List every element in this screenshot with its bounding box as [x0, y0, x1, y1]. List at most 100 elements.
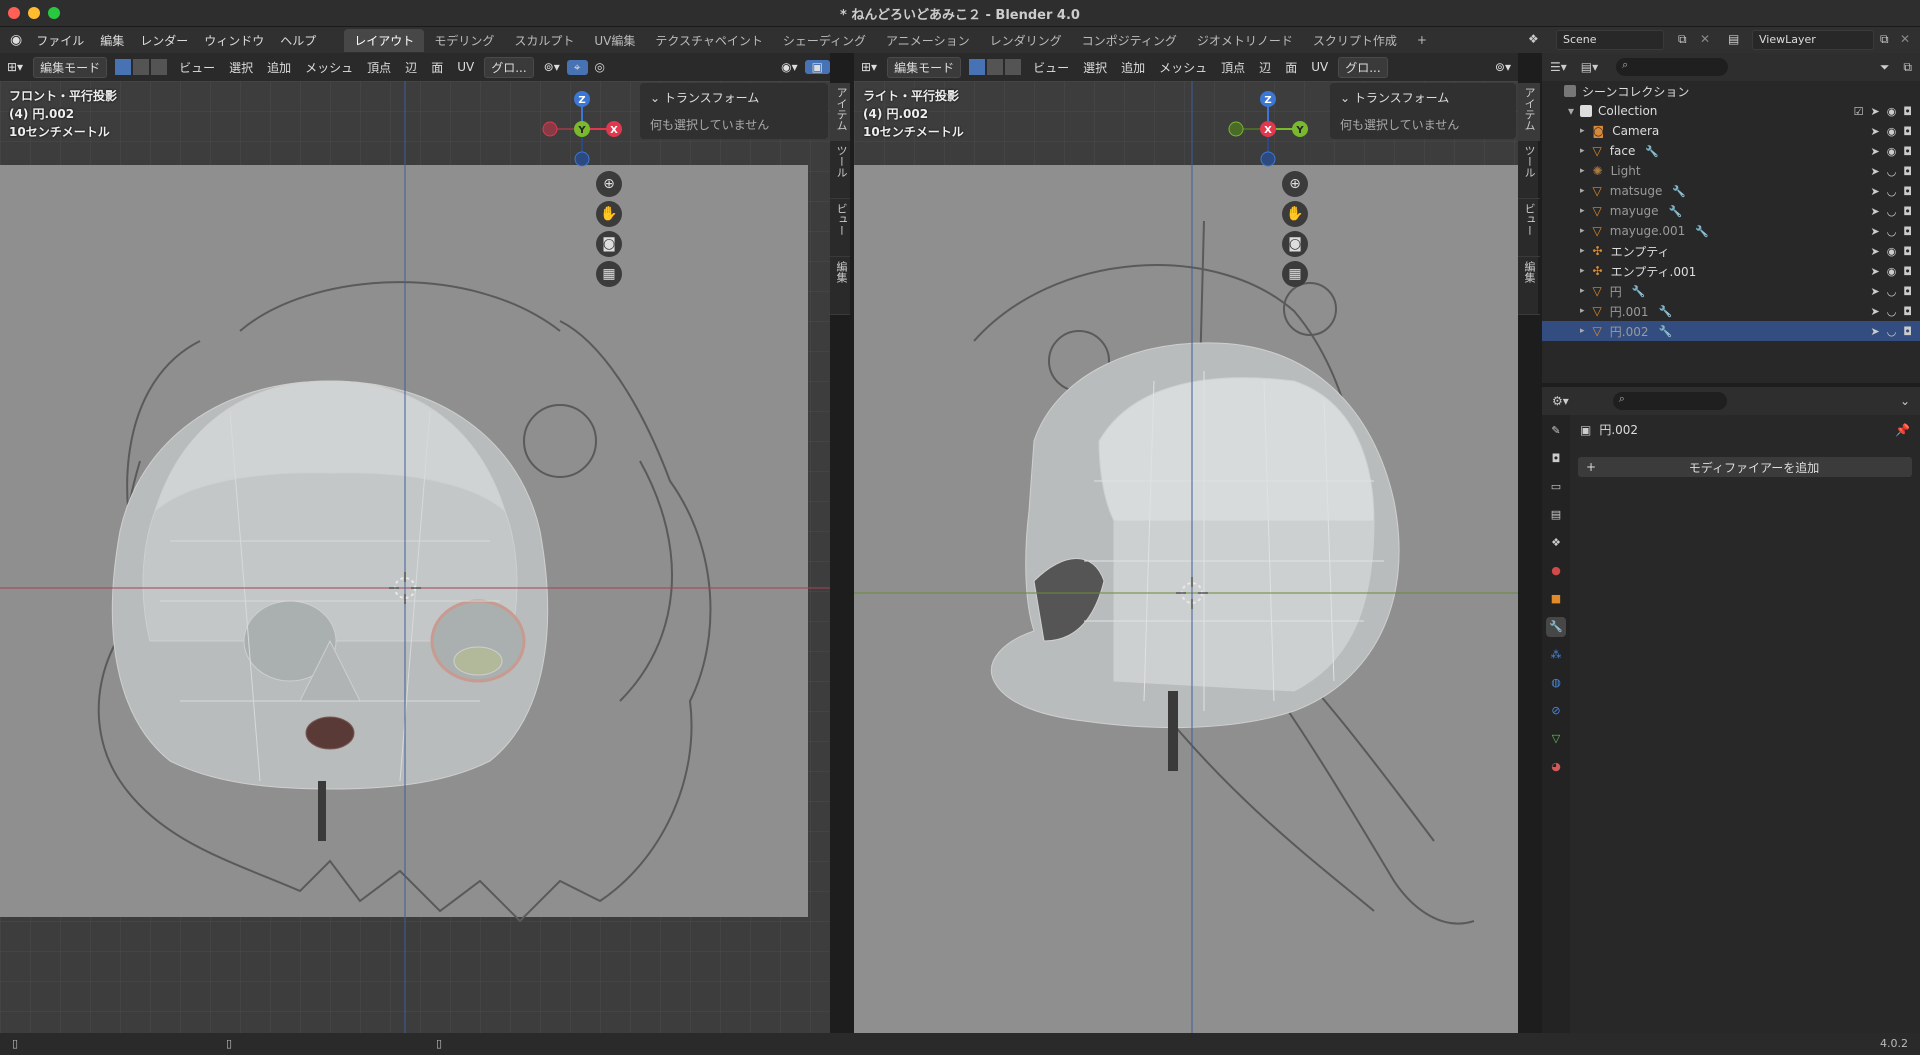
close-window-button[interactable]	[8, 7, 20, 19]
menu-select[interactable]: 選択	[1076, 59, 1114, 76]
blender-logo-icon[interactable]: ◉	[0, 32, 28, 48]
expand-arrow-icon[interactable]: ▸	[1580, 186, 1585, 196]
render-camera-icon[interactable]: ◘	[1903, 305, 1912, 318]
render-camera-icon[interactable]: ◘	[1903, 225, 1912, 238]
tab-edit[interactable]: 編集	[830, 257, 852, 315]
scene-collection-row[interactable]: シーンコレクション	[1542, 81, 1920, 101]
navigation-gizmo[interactable]: Z Y X	[1228, 89, 1308, 169]
scene-tab-icon[interactable]: ❖	[1546, 533, 1566, 553]
menu-face[interactable]: 面	[1278, 59, 1304, 76]
expand-arrow-icon[interactable]: ▸	[1580, 226, 1585, 236]
scene-close-icon[interactable]: ✕	[1700, 32, 1710, 46]
render-camera-icon[interactable]: ◘	[1903, 145, 1912, 158]
eye-icon[interactable]: ◉	[1887, 265, 1897, 278]
data-tab-icon[interactable]: ▽	[1546, 729, 1566, 749]
menu-render[interactable]: レンダー	[132, 32, 196, 49]
eye-closed-icon[interactable]: ◡	[1887, 185, 1897, 198]
tab-layout[interactable]: レイアウト	[344, 28, 425, 52]
scene-selector[interactable]: Scene	[1556, 30, 1664, 50]
particles-tab-icon[interactable]: ⁂	[1546, 645, 1566, 665]
material-tab-icon[interactable]: ◕	[1546, 757, 1566, 777]
tab-shading[interactable]: シェーディング	[773, 29, 876, 52]
eye-icon[interactable]: ◉	[1887, 145, 1897, 158]
tab-scripting[interactable]: スクリプト作成	[1303, 29, 1407, 52]
zoom-icon[interactable]: ⊕	[596, 171, 622, 197]
tab-texture-paint[interactable]: テクスチャペイント	[645, 29, 773, 52]
outliner-row[interactable]: ▸ ▽ 円 🔧 ➤ ◡ ◘	[1542, 281, 1920, 301]
face-select-button[interactable]	[1004, 58, 1023, 76]
eye-closed-icon[interactable]: ◡	[1887, 285, 1897, 298]
overlay-icon[interactable]: ◉▾	[774, 60, 805, 74]
expand-arrow-icon[interactable]: ▸	[1580, 326, 1585, 336]
output-tab-icon[interactable]: ▭	[1546, 477, 1566, 497]
menu-add[interactable]: 追加	[260, 59, 298, 76]
snap-icon[interactable]: ⌖	[566, 59, 588, 75]
render-camera-icon[interactable]: ◘	[1903, 245, 1912, 258]
tab-tool[interactable]: ツール	[1518, 141, 1540, 199]
physics-tab-icon[interactable]: ◍	[1546, 673, 1566, 693]
properties-editor-icon[interactable]: ⚙▾	[1552, 394, 1569, 408]
filter-icon[interactable]: ⏷	[1880, 60, 1890, 75]
tool-tab-icon[interactable]: ✎	[1546, 421, 1566, 441]
render-camera-icon[interactable]: ◘	[1903, 185, 1912, 198]
maximize-window-button[interactable]	[48, 7, 60, 19]
render-camera-icon[interactable]: ◘	[1903, 205, 1912, 218]
eye-closed-icon[interactable]: ◡	[1887, 225, 1897, 238]
tab-geometry-nodes[interactable]: ジオメトリノード	[1187, 29, 1303, 52]
select-arrow-icon[interactable]: ➤	[1870, 105, 1879, 118]
expand-arrow-icon[interactable]: ▸	[1580, 126, 1585, 136]
pivot-icon[interactable]: ⊚▾	[537, 60, 567, 74]
chevron-down-icon[interactable]: ⌄	[650, 91, 664, 105]
outliner-row[interactable]: ▸ ▽ mayuge 🔧 ➤ ◡ ◘	[1542, 201, 1920, 221]
outliner-row[interactable]: ▸ ✣ エンプティ ➤ ◉ ◘	[1542, 241, 1920, 261]
expand-arrow-icon[interactable]: ▸	[1580, 286, 1585, 296]
menu-select[interactable]: 選択	[222, 59, 260, 76]
viewport-right[interactable]: ⊞▾ 編集モード ビュー 選択 追加 メッシュ 頂点 辺 面 UV グロ... …	[854, 53, 1518, 1033]
collection-row[interactable]: ▾ Collection ☑ ➤ ◉ ◘	[1542, 101, 1920, 121]
menu-help[interactable]: ヘルプ	[272, 32, 324, 49]
minimize-window-button[interactable]	[28, 7, 40, 19]
ortho-grid-icon[interactable]: ▦	[596, 261, 622, 287]
render-camera-icon[interactable]: ◘	[1903, 165, 1912, 178]
chevron-down-icon[interactable]: ⌄	[1340, 91, 1354, 105]
select-arrow-icon[interactable]: ➤	[1870, 265, 1879, 278]
menu-edge[interactable]: 辺	[398, 59, 424, 76]
menu-uv[interactable]: UV	[1304, 60, 1335, 74]
tab-item[interactable]: アイテム	[830, 83, 852, 141]
tab-uv-editing[interactable]: UV編集	[584, 29, 645, 52]
add-modifier-button[interactable]: + モディファイアーを追加	[1578, 457, 1912, 477]
tab-sculpt[interactable]: スカルプト	[504, 29, 584, 52]
eye-icon[interactable]: ◉	[1887, 245, 1897, 258]
view-layer-selector[interactable]: ViewLayer	[1752, 30, 1874, 50]
eye-icon[interactable]: ◉	[1887, 125, 1897, 138]
select-arrow-icon[interactable]: ➤	[1870, 325, 1879, 338]
expand-arrow-icon[interactable]: ▸	[1580, 246, 1585, 256]
mode-selector[interactable]: 編集モード	[33, 56, 108, 78]
menu-edge[interactable]: 辺	[1252, 59, 1278, 76]
vertex-select-button[interactable]	[968, 58, 987, 76]
face-select-button[interactable]	[150, 58, 169, 76]
render-camera-icon[interactable]: ◘	[1903, 325, 1912, 338]
outliner-row[interactable]: ▸ ▽ 円.002 🔧 ➤ ◡ ◘	[1542, 321, 1920, 341]
render-camera-icon[interactable]: ◘	[1903, 105, 1912, 118]
outliner-row[interactable]: ▸ ✣ エンプティ.001 ➤ ◉ ◘	[1542, 261, 1920, 281]
expand-arrow-icon[interactable]: ▸	[1580, 266, 1585, 276]
expand-arrow-icon[interactable]: ▸	[1580, 166, 1585, 176]
vertex-select-button[interactable]	[114, 58, 133, 76]
outliner-search[interactable]: ⌕	[1616, 58, 1729, 76]
transform-orientation-selector[interactable]: グロ...	[1338, 56, 1388, 78]
new-collection-icon[interactable]: ⧉	[1903, 60, 1912, 75]
camera-view-icon[interactable]: ◙	[596, 231, 622, 257]
mode-selector[interactable]: 編集モード	[887, 56, 962, 78]
expand-arrow-icon[interactable]: ▸	[1580, 206, 1585, 216]
add-workspace-button[interactable]: +	[1407, 30, 1437, 50]
menu-face[interactable]: 面	[424, 59, 450, 76]
edge-select-button[interactable]	[132, 58, 151, 76]
constraints-tab-icon[interactable]: ⊘	[1546, 701, 1566, 721]
checkbox-icon[interactable]: ☑	[1854, 105, 1864, 118]
eye-closed-icon[interactable]: ◡	[1887, 205, 1897, 218]
viewport-front[interactable]: ⊞▾ 編集モード ビュー 選択 追加 メッシュ 頂点 辺 面 UV グロ... …	[0, 53, 830, 1033]
transform-orientation-selector[interactable]: グロ...	[484, 56, 534, 78]
outliner-row[interactable]: ▸ ▽ matsuge 🔧 ➤ ◡ ◘	[1542, 181, 1920, 201]
eye-closed-icon[interactable]: ◡	[1887, 165, 1897, 178]
